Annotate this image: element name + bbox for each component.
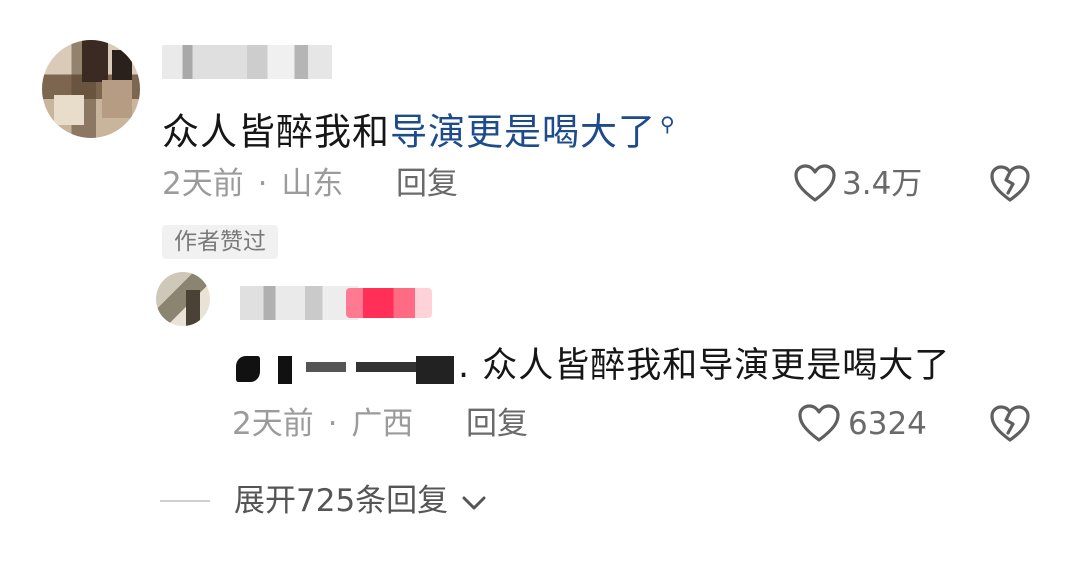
reply-reply-button[interactable]: 回复 xyxy=(466,406,528,442)
avatar-pixel xyxy=(112,50,132,80)
meta-separator: · xyxy=(257,166,268,202)
search-icon[interactable]: ⚲ xyxy=(660,112,676,136)
comment-like-button[interactable] xyxy=(794,164,836,204)
reply-text-content: 众人皆醉我和导演更是喝大了 xyxy=(482,346,951,386)
reply-like-button[interactable] xyxy=(798,404,840,444)
comment-text-plain: 众人皆醉我和 xyxy=(162,110,390,154)
avatar-pixel xyxy=(102,80,132,118)
reply-location: 广西 xyxy=(351,406,414,442)
replier-badge-blurred xyxy=(346,288,432,318)
mention-pixel xyxy=(278,356,292,384)
broken-heart-icon xyxy=(990,165,1030,202)
comment-location: 山东 xyxy=(281,166,344,202)
avatar-pixel xyxy=(54,95,84,125)
mention-pixel xyxy=(306,362,346,372)
comment-reply-button[interactable]: 回复 xyxy=(396,166,458,202)
heart-outline-icon xyxy=(798,404,840,442)
heart-outline-icon xyxy=(794,164,836,202)
reply-time: 2天前 xyxy=(232,406,314,442)
reply-dislike-button[interactable] xyxy=(990,405,1030,445)
reply-meta: 2天前 · 广西 xyxy=(232,406,413,442)
reply-mention-suffix: . xyxy=(458,346,471,386)
avatar-pixel xyxy=(186,290,200,326)
reply-text: . 众人皆醉我和导演更是喝大了 xyxy=(458,344,950,388)
comment-meta: 2天前 · 山东 xyxy=(162,166,343,202)
replier-avatar[interactable] xyxy=(156,272,210,326)
comment-dislike-button[interactable] xyxy=(990,165,1030,205)
expand-replies-button[interactable]: 展开725条回复 xyxy=(234,483,488,519)
chevron-down-icon xyxy=(462,496,486,509)
expand-replies-label: 展开725条回复 xyxy=(234,483,449,519)
reply-like-count: 6324 xyxy=(848,406,927,442)
avatar-pixel xyxy=(82,40,108,82)
expand-divider xyxy=(160,500,210,502)
comment-search-link[interactable]: 导演更是喝大了 xyxy=(390,110,656,153)
commenter-name-blurred[interactable] xyxy=(162,45,332,79)
broken-heart-icon xyxy=(990,405,1030,442)
replier-name-blurred[interactable] xyxy=(240,286,358,320)
author-liked-tag: 作者赞过 xyxy=(162,225,278,259)
mention-pixel xyxy=(356,362,416,372)
meta-separator: · xyxy=(327,406,338,442)
comment-like-count: 3.4万 xyxy=(842,166,923,202)
mention-pixel xyxy=(236,356,260,382)
mention-pixel xyxy=(416,356,454,384)
comment-text: 众人皆醉我和导演更是喝大了 ⚲ xyxy=(162,102,676,154)
reply-mention-blurred[interactable] xyxy=(236,352,456,386)
commenter-avatar[interactable] xyxy=(42,40,140,138)
comment-time: 2天前 xyxy=(162,166,244,202)
